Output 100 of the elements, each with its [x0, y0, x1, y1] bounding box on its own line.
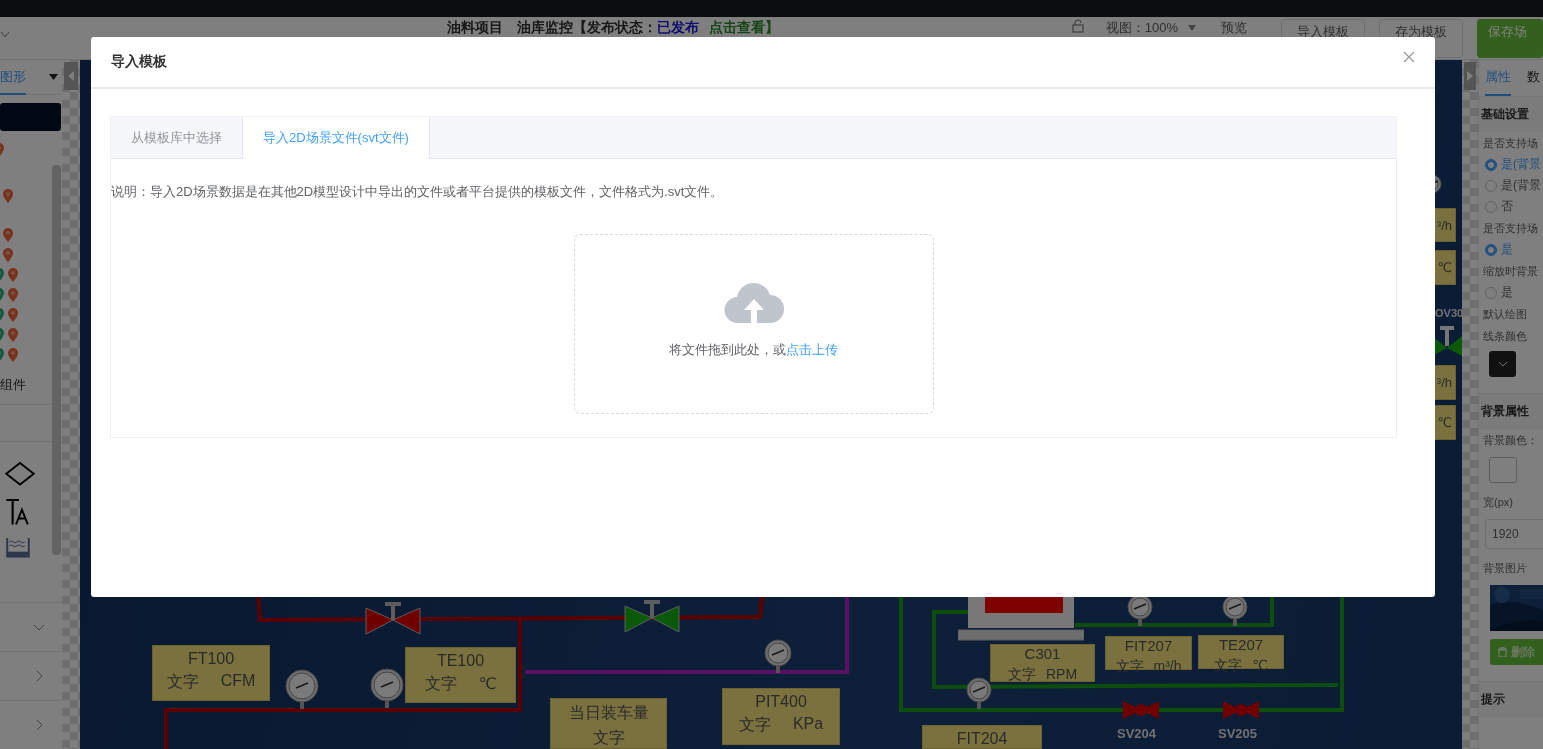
- panel-unit: ℃: [1437, 415, 1452, 430]
- panel-unit: ℃: [478, 674, 497, 694]
- panel-text: 文字: [738, 715, 771, 735]
- collapse-button[interactable]: [64, 62, 78, 90]
- radio-label: 否: [1501, 198, 1513, 215]
- dialog-tab[interactable]: 导入2D场景文件(svt文件): [242, 117, 430, 159]
- chevron-down-icon: [0, 31, 10, 39]
- lock-icon: [1071, 19, 1084, 33]
- preview-link[interactable]: 预览: [1221, 19, 1247, 37]
- panel-unit: RPM: [1045, 666, 1078, 683]
- field-label: 默认绘图: [1482, 307, 1528, 322]
- collapse-button[interactable]: [1464, 62, 1476, 90]
- project-title: 油料项目: [447, 19, 503, 37]
- instrument-panel[interactable]: PIT400 文字 KPa: [722, 688, 840, 745]
- panel-title: FIT204: [956, 730, 1008, 748]
- radio-button[interactable]: [1485, 179, 1497, 192]
- pin-icon: [8, 328, 18, 343]
- instrument-panel[interactable]: C301 文字 RPM: [990, 644, 1095, 682]
- pin-icon: [8, 348, 18, 363]
- panel-title: TE100: [436, 652, 485, 670]
- instrument-panel[interactable]: TE100 文字 ℃: [405, 647, 516, 703]
- description-text: 说明：导入2D场景数据是在其他2D模型设计中导出的文件或者平台提供的模板文件，文件格式为.svt文件。: [111, 183, 725, 201]
- panel-title: TE207: [1218, 636, 1264, 653]
- field-label: 缩放时背景: [1482, 264, 1539, 279]
- gauge-icon: [285, 669, 319, 709]
- color-picker[interactable]: [1489, 351, 1516, 377]
- pin-icon: [3, 248, 13, 263]
- panel-title: PIT400: [755, 693, 807, 711]
- instrument-panel[interactable]: 当日装车量 文字: [550, 698, 667, 749]
- panel-text: 文字: [592, 728, 625, 748]
- width-field[interactable]: 1920: [1485, 519, 1543, 549]
- radio-button[interactable]: [1485, 286, 1497, 299]
- caret-icon[interactable]: [49, 74, 58, 80]
- tank-icon[interactable]: [5, 537, 31, 559]
- delete-button[interactable]: 删除: [1490, 639, 1543, 665]
- pin-icon: [3, 228, 13, 243]
- section-label: 组件: [0, 376, 27, 395]
- valve-label: SV204: [1117, 726, 1157, 741]
- chevron-down-icon: [1497, 361, 1508, 367]
- field-label: 线条颜色: [1482, 329, 1528, 344]
- section-heading: 基础设置: [1479, 97, 1543, 132]
- field-label: 背景图片: [1482, 561, 1528, 576]
- dialog-tab[interactable]: 从模板库中选择: [111, 117, 242, 158]
- field-label: 背景颜色：: [1482, 433, 1539, 448]
- gauge-icon: [966, 677, 992, 709]
- valve-icon: [1222, 700, 1260, 720]
- zoom-label: 视图：100%: [1105, 19, 1178, 37]
- radio-label: 是: [1501, 284, 1513, 301]
- panel-text: 文字: [1007, 666, 1036, 683]
- chevron-right-icon[interactable]: [34, 671, 44, 681]
- panel-title: FIT207: [1124, 637, 1173, 654]
- upload-hint: 将文件拖到此处，或点击上传: [669, 341, 838, 359]
- field-label: 宽(px): [1482, 495, 1514, 510]
- dialog-title: 导入模板: [111, 53, 167, 71]
- valve-label: SV205: [1218, 726, 1258, 741]
- upload-link[interactable]: 点击上传: [786, 342, 838, 357]
- valve-icon: [365, 602, 421, 636]
- diamond-icon[interactable]: [5, 462, 35, 486]
- section-heading: 背景属性: [1479, 393, 1543, 429]
- radio-label: 是: [1501, 241, 1513, 258]
- arrow-left-icon: [68, 71, 74, 81]
- panel-title: C301: [1024, 645, 1061, 662]
- radio-label: 是(背景: [1501, 156, 1541, 173]
- close-icon[interactable]: [1403, 51, 1415, 63]
- panel-text: 文字: [424, 674, 457, 694]
- pin-icon: [8, 308, 18, 323]
- section-heading: 提示: [1479, 681, 1543, 717]
- arrow-right-icon: [1467, 71, 1473, 81]
- input-field[interactable]: [0, 103, 61, 132]
- status-label: 油库监控【发布状态：: [517, 19, 657, 37]
- panel-tab[interactable]: 图形: [0, 60, 26, 95]
- status-text: 已发布: [657, 19, 699, 37]
- valve-label: OV30: [1435, 307, 1462, 319]
- toolbar-button[interactable]: 保存场: [1477, 19, 1543, 58]
- field-label: 是否支持场: [1482, 221, 1539, 236]
- scrollbar[interactable]: [52, 165, 61, 555]
- panel-unit: ℃: [1437, 260, 1452, 275]
- chevron-right-icon[interactable]: [34, 720, 44, 730]
- color-picker[interactable]: [1489, 457, 1517, 483]
- pin-icon: [3, 189, 13, 204]
- panel-unit: ³/h: [1436, 375, 1452, 390]
- trash-icon: [1498, 647, 1507, 657]
- field-label: 是否支持场: [1482, 136, 1539, 151]
- instrument-panel[interactable]: FT100 文字 CFM: [152, 645, 270, 701]
- caret-icon: [1188, 25, 1196, 31]
- chevron-down-icon[interactable]: [34, 622, 44, 632]
- gauge-icon: [764, 639, 792, 673]
- panel-unit: ³/h: [1436, 217, 1452, 233]
- pin-icon: [8, 268, 18, 283]
- radio-button[interactable]: [1485, 200, 1497, 213]
- panel-tab[interactable]: 数: [1527, 68, 1540, 96]
- radio-button[interactable]: [1485, 243, 1497, 256]
- view-link[interactable]: 点击查看】: [709, 19, 779, 37]
- panel-unit: KPa: [792, 715, 824, 734]
- radio-button[interactable]: [1485, 158, 1497, 171]
- panel-unit: CFM: [220, 672, 256, 691]
- text-tool-icon[interactable]: [5, 497, 31, 526]
- instrument-panel[interactable]: FIT204: [922, 725, 1042, 749]
- panel-title: FT100: [187, 650, 235, 668]
- upload-dropzone[interactable]: 将文件拖到此处，或点击上传: [573, 234, 934, 414]
